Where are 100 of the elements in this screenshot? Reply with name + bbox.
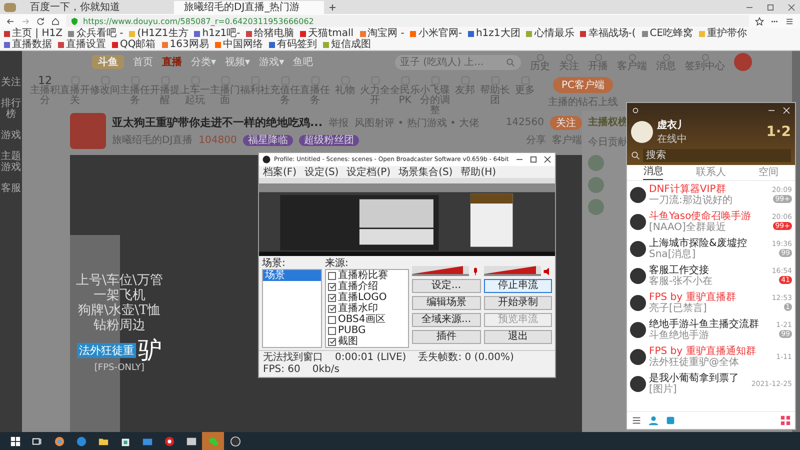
chat-tab[interactable]: 联系人	[696, 166, 726, 180]
bookmark-link[interactable]: 给猪电脑	[246, 28, 294, 39]
pc-client-button[interactable]: PC客户端	[553, 77, 612, 93]
bookmark-link[interactable]: 有码签到	[268, 39, 317, 50]
task-view-icon[interactable]	[32, 436, 42, 446]
user-avatar	[588, 177, 604, 193]
bookmark-link[interactable]: 重护带你	[699, 28, 748, 39]
source-checkbox[interactable]	[328, 338, 336, 346]
nav-link[interactable]: 分类▾	[191, 55, 216, 69]
star-icon[interactable]	[755, 16, 764, 26]
source-name[interactable]: PUBG	[338, 325, 366, 336]
person-icon[interactable]	[648, 415, 659, 426]
bookmark-link[interactable]: 163网易	[162, 39, 209, 50]
source-name[interactable]: 直播介绍	[338, 281, 378, 292]
browser-tab[interactable]: 百度一下，你就知道	[20, 0, 170, 14]
source-checkbox[interactable]	[328, 326, 336, 334]
edge-icon[interactable]	[76, 436, 86, 446]
bookmark-link[interactable]: 天猫tmall	[300, 28, 354, 39]
close-icon[interactable]	[787, 2, 796, 12]
source-checkbox[interactable]	[328, 282, 336, 290]
music-icon[interactable]	[164, 436, 174, 446]
fan-badge[interactable]: 福星降临	[242, 134, 293, 146]
obs-button[interactable]: 停止串流	[484, 279, 552, 293]
gear-icon[interactable]	[631, 106, 640, 115]
source-name[interactable]: 截图	[338, 336, 358, 347]
window-icon[interactable]	[186, 436, 196, 446]
maximize-icon[interactable]	[766, 2, 775, 12]
menu-item[interactable]: 帮助(H)	[460, 166, 496, 178]
nav-link[interactable]: 首页	[133, 55, 153, 69]
bookmark-link[interactable]: 直播设置	[58, 39, 106, 50]
bookmark-link[interactable]: h1z1吧-	[194, 28, 240, 39]
bookmark-link[interactable]: 主页 | H1Z	[4, 28, 62, 39]
source-checkbox[interactable]	[328, 294, 336, 302]
search-field[interactable]: 亚子 (吃鸡人) 上...	[395, 54, 521, 70]
nav-link[interactable]: 游戏▾	[259, 55, 284, 69]
sidebar-item[interactable]: 主题游戏	[1, 151, 21, 173]
square-icon[interactable]	[665, 415, 676, 426]
group-avatar	[630, 348, 646, 364]
fan-badge[interactable]: 超级粉丝团	[298, 134, 359, 146]
bookmark-link[interactable]: 中国网络	[214, 39, 263, 50]
home-icon[interactable]	[51, 16, 60, 26]
sidebar-item[interactable]: 关注	[1, 77, 21, 88]
browser-icon[interactable]	[54, 436, 64, 446]
bookmark-link[interactable]: 小米官网-	[410, 28, 462, 39]
new-tab-icon[interactable]	[328, 2, 337, 12]
bookmark-link[interactable]: 幸福战场-(	[580, 28, 636, 39]
obs-button[interactable]: 编辑场景	[412, 296, 480, 310]
source-name[interactable]: 直播LOGO	[338, 292, 387, 303]
back-icon[interactable]	[6, 16, 15, 26]
overlay-text: [FPS-ONLY]	[94, 363, 144, 373]
menu-item[interactable]: 档案(F)	[263, 166, 297, 178]
site-logo[interactable]: 斗鱼	[92, 55, 124, 69]
nav-link[interactable]: 鱼吧	[293, 55, 314, 69]
close-icon[interactable]	[543, 155, 552, 164]
sidebar-item[interactable]: 游戏	[1, 130, 21, 141]
app-icon	[262, 155, 271, 164]
scene-item[interactable]: 场景	[263, 270, 321, 281]
windows-icon[interactable]	[10, 436, 20, 446]
chat-tab[interactable]: 消息	[643, 165, 664, 180]
address-field[interactable]: https://www.douyu.com/585087_r=0.6420311953666062	[66, 15, 749, 27]
bookmark-link[interactable]: 众兵看吧 -	[68, 28, 124, 39]
source-name[interactable]: OBS4画区	[338, 314, 386, 325]
search-field[interactable]: 搜索	[643, 149, 791, 162]
menu-item[interactable]: 场景集合(S)	[398, 166, 453, 178]
grid-icon[interactable]	[780, 415, 791, 426]
reload-icon[interactable]	[36, 16, 45, 26]
obs-button[interactable]: 退出	[484, 330, 552, 344]
nav-link[interactable]: 视频▾	[225, 55, 250, 69]
source-name[interactable]: 直播水印	[338, 303, 378, 314]
menu-icon[interactable]	[631, 415, 642, 426]
bookmark-link[interactable]: h1z1大团	[468, 28, 520, 39]
menu-item[interactable]: 设定(S)	[304, 166, 339, 178]
maximize-icon[interactable]	[529, 155, 538, 164]
bookmark-link[interactable]: (H1Z1生方	[129, 28, 188, 39]
bookmark-link[interactable]: 短信成图	[322, 39, 371, 50]
source-checkbox[interactable]	[328, 304, 336, 312]
chat-tab[interactable]: 空间	[758, 166, 779, 180]
bookmark-link[interactable]: 淘宝网 -	[360, 28, 404, 39]
bookmark-link[interactable]: 直播数据	[4, 39, 52, 50]
obs-button[interactable]: 全域来源...	[412, 313, 480, 327]
bookmark-link[interactable]: CE吃蜂窝	[642, 28, 694, 39]
record-icon[interactable]	[230, 436, 240, 446]
menu-icon[interactable]	[785, 16, 794, 26]
nav-link[interactable]: 直播	[162, 55, 182, 69]
obs-button[interactable]: 设定...	[412, 279, 480, 293]
sidebar-item[interactable]: 客服	[1, 183, 21, 194]
group-avatar	[630, 322, 646, 338]
source-checkbox[interactable]	[328, 272, 336, 280]
group-avatar	[630, 376, 646, 392]
bookmark-link[interactable]: QQ邮箱	[112, 39, 156, 50]
bookmark-link[interactable]: 心情最乐	[526, 28, 574, 39]
obs-button[interactable]: 开始录制	[484, 296, 552, 310]
follow-button[interactable]: 关注	[550, 116, 582, 130]
obs-button[interactable]: 插件	[412, 330, 480, 344]
sidebar-item[interactable]: 排行榜	[1, 98, 21, 120]
heat-count: 104800	[198, 134, 237, 146]
menu-item[interactable]: 设定档(P)	[346, 166, 391, 178]
source-checkbox[interactable]	[328, 316, 336, 324]
browser-tab[interactable]: 旅曦绍毛的DJ直播_热门游	[174, 0, 324, 14]
source-name[interactable]: 直播粉比赛	[338, 270, 388, 281]
